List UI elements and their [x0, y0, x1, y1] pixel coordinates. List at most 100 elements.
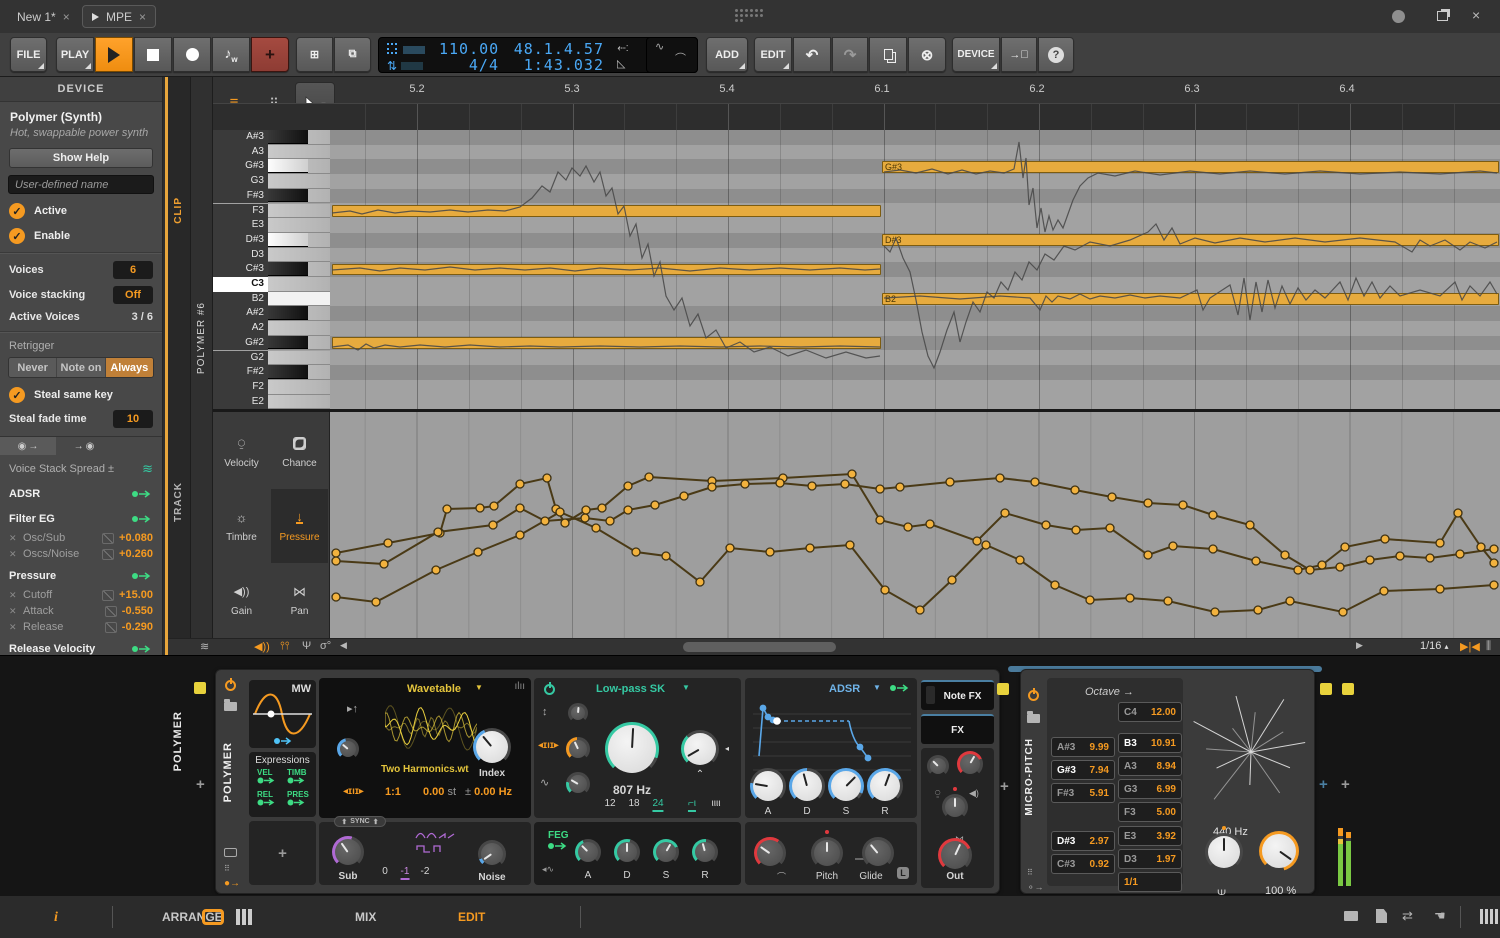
osc-ratio[interactable]: 1:1: [385, 786, 401, 798]
add-modulator-slot[interactable]: +: [249, 821, 316, 885]
mod-targets-tab[interactable]: →◉: [56, 437, 112, 455]
env-mode-title[interactable]: ADSR: [829, 683, 860, 695]
track-color-swatch[interactable]: [194, 682, 206, 694]
info-icon[interactable]: i: [54, 910, 58, 926]
filter-slope-18[interactable]: 18: [628, 798, 639, 809]
lane-pressure[interactable]: ↓Pressure: [271, 489, 328, 563]
filter-env-knob[interactable]: [566, 772, 590, 796]
index-knob[interactable]: [473, 728, 511, 766]
view-mix[interactable]: MIX: [355, 910, 376, 924]
time-signature[interactable]: 4/4: [439, 57, 499, 74]
osc-pitch-knob[interactable]: [337, 738, 359, 760]
device-name-vertical[interactable]: MICRO-PITCH: [1024, 738, 1035, 816]
record-button[interactable]: [173, 37, 211, 72]
note-D#3[interactable]: D#3: [882, 234, 1499, 246]
enable-toggle[interactable]: ✓Enable: [9, 228, 162, 244]
tuning-fork-icon[interactable]: Ψ: [302, 640, 311, 652]
row-A3[interactable]: [213, 145, 1500, 160]
groove-button[interactable]: ♪w: [212, 37, 250, 72]
tuning-row-F#3[interactable]: F#35.91: [1051, 783, 1115, 803]
track-tab[interactable]: TRACK: [173, 482, 184, 522]
filter-keytrack-icon[interactable]: ↕: [542, 706, 548, 718]
add-device-button[interactable]: +: [196, 776, 205, 793]
white-key-E3[interactable]: [268, 218, 330, 233]
active-toggle[interactable]: ✓Active: [9, 203, 162, 219]
key-label-E3[interactable]: E3: [213, 218, 268, 233]
filter-slope-24[interactable]: 24: [652, 798, 663, 812]
black-key-F#3[interactable]: [268, 189, 308, 203]
key-label-G3[interactable]: G3: [213, 174, 268, 189]
hand-tool-icon[interactable]: ☚: [1434, 908, 1446, 924]
feg-sustain-knob[interactable]: [653, 839, 679, 865]
wavetable-file[interactable]: Two Harmonics.wt: [381, 764, 469, 775]
device-select-swatch[interactable]: [1320, 683, 1332, 695]
chevron-down-icon[interactable]: ▼: [475, 683, 483, 692]
white-key-G2[interactable]: [268, 351, 330, 366]
record-indicator-icon[interactable]: [1392, 10, 1405, 23]
note-bar[interactable]: [332, 337, 881, 349]
mod-section-pressure[interactable]: Pressure: [0, 565, 162, 587]
tuning-row-C3[interactable]: 1/1: [1118, 872, 1182, 892]
row-C3[interactable]: [213, 277, 1500, 292]
restore-window-icon[interactable]: [1437, 11, 1448, 21]
piano-roll[interactable]: A#3A3G#3G3F#3F3E3D#3D3C#3C3B2A#2A2G#2G2F…: [213, 130, 1500, 410]
piano-keys-icon[interactable]: [1480, 909, 1483, 924]
white-key-A2[interactable]: [268, 321, 330, 336]
panel-layout-icon[interactable]: [202, 909, 224, 925]
black-key-F#2[interactable]: [268, 365, 308, 379]
mod-route-icon[interactable]: [547, 842, 569, 850]
out-knob[interactable]: [938, 838, 972, 872]
feg-release-knob[interactable]: [692, 839, 718, 865]
mod-route-icon[interactable]: [889, 684, 911, 692]
insert-device-end[interactable]: +: [1319, 776, 1328, 793]
undo-button[interactable]: ↶: [793, 37, 831, 72]
voices-value[interactable]: 6: [113, 261, 153, 279]
file-icon[interactable]: [1376, 909, 1387, 923]
pitch-knob[interactable]: [811, 837, 843, 869]
playhead-time[interactable]: 1:43.032: [509, 57, 604, 74]
fade-value[interactable]: 10: [113, 410, 153, 428]
modulators-icon[interactable]: ●→: [224, 878, 240, 889]
glide-legato-badge[interactable]: L: [897, 867, 909, 879]
key-label-G#2[interactable]: G#2: [213, 336, 268, 351]
stop-button[interactable]: [134, 37, 172, 72]
insert-device-icon[interactable]: →⃞: [1001, 37, 1037, 72]
horizontal-scrollbar[interactable]: [683, 642, 836, 652]
duplicate-button[interactable]: [869, 37, 907, 72]
key-label-F#3[interactable]: F#3: [213, 189, 268, 204]
help-button[interactable]: ?: [1038, 37, 1074, 72]
feg-decay-knob[interactable]: [614, 839, 640, 865]
sub-knob[interactable]: [332, 836, 364, 868]
sync-badge[interactable]: ⬆SYNC⬆: [334, 816, 386, 827]
pressure-lane[interactable]: [330, 412, 1500, 638]
black-key-G#2[interactable]: [268, 336, 308, 350]
black-key-A#3[interactable]: [268, 130, 308, 144]
mod-target-row[interactable]: ✕Osc/Sub+0.080: [0, 530, 162, 546]
mixer-columns-icon[interactable]: [236, 909, 240, 925]
white-key-C3[interactable]: [268, 277, 330, 292]
black-key-C#3[interactable]: [268, 262, 308, 276]
mod-section-filter-eg[interactable]: Filter EG: [0, 508, 162, 530]
redo-button[interactable]: ↷: [832, 37, 868, 72]
envelope-graph[interactable]: [753, 700, 911, 776]
amp-attack-knob[interactable]: [750, 768, 786, 804]
row-F#2[interactable]: [213, 365, 1500, 380]
filter-fm-icon[interactable]: ◂ɪıɪ▸: [538, 740, 559, 751]
mod-sources-tab[interactable]: ◉→: [0, 437, 56, 455]
sub-octave--1[interactable]: -1: [401, 866, 410, 880]
device-preset-folder-icon[interactable]: [1027, 714, 1040, 723]
row-G2[interactable]: [213, 351, 1500, 366]
mix-knob[interactable]: [1259, 831, 1299, 871]
slope-shape-icon[interactable]: ⌐ι: [688, 798, 696, 812]
overdub-button[interactable]: +: [251, 37, 289, 72]
row-A2[interactable]: [213, 321, 1500, 336]
modulators-icon[interactable]: ⚬→: [1027, 882, 1044, 893]
edit-button[interactable]: EDIT: [754, 37, 792, 72]
track-name-vertical[interactable]: POLYMER: [172, 711, 184, 771]
delete-button[interactable]: ⊗: [908, 37, 946, 72]
snap-toggle-icon[interactable]: ▶|◀: [1460, 640, 1480, 653]
key-label-A#3[interactable]: A#3: [213, 130, 268, 145]
expr-timb[interactable]: TIMB: [287, 768, 307, 786]
browser-folder-icon[interactable]: [1344, 911, 1358, 921]
noise-knob[interactable]: [478, 840, 506, 868]
